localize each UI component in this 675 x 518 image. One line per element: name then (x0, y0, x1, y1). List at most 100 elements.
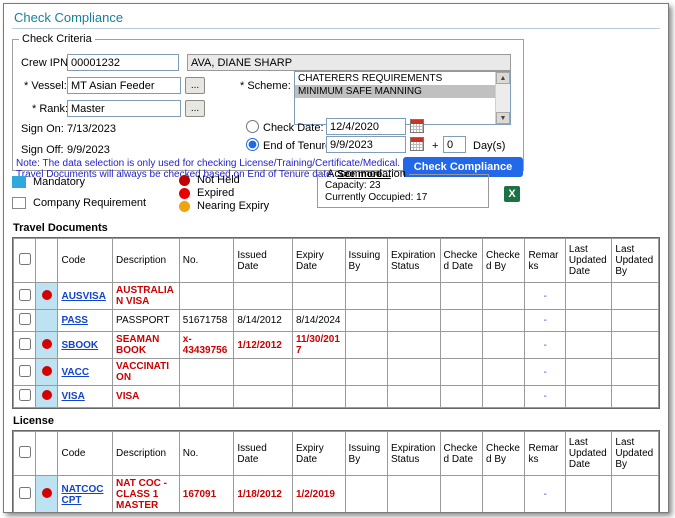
vessel-input[interactable] (67, 77, 181, 94)
expiry-date-cell: 11/30/2017 (292, 332, 345, 359)
code-link[interactable]: VISA (61, 391, 84, 402)
days-input[interactable] (443, 136, 466, 153)
table-row: VACC VACCINATION - (14, 359, 659, 386)
license-section-title: License (13, 415, 660, 427)
scroll-down-icon[interactable] (496, 112, 510, 124)
issued-date-cell (234, 386, 293, 408)
scheme-option-selected[interactable]: MINIMUM SAFE MANNING (295, 85, 495, 98)
crew-ipn-input[interactable] (67, 54, 179, 71)
code-link[interactable]: VACC (61, 367, 89, 378)
expiry-date-cell (292, 283, 345, 310)
table-row: VISA VISA - (14, 386, 659, 408)
table-row: SBOOK SEAMAN BOOK x-43439756 1/12/2012 1… (14, 332, 659, 359)
description-cell: VACCINATION (113, 359, 180, 386)
crew-name-field[interactable] (187, 54, 511, 71)
issued-date-cell (234, 359, 293, 386)
status-expired-icon (42, 488, 52, 498)
issued-date-cell: 8/14/2012 (234, 310, 293, 332)
travel-documents-table: Code Description No. Issued Date Expiry … (13, 238, 659, 408)
excel-export-icon[interactable]: X (504, 186, 520, 202)
expiration-status-cell (387, 332, 440, 359)
vessel-browse-button[interactable]: ... (185, 77, 205, 94)
code-cell: AUSVISA (58, 283, 113, 310)
scheme-scrollbar[interactable] (495, 72, 510, 124)
scheme-listbox[interactable]: CHATERERS REQUIREMENTS MINIMUM SAFE MANN… (294, 71, 511, 125)
issued-date-cell: 1/12/2012 (234, 332, 293, 359)
row-checkbox[interactable] (19, 389, 31, 401)
checked-date-cell (440, 283, 482, 310)
accommodation-occupied: Currently Occupied: 17 (325, 192, 488, 204)
checked-by-cell (483, 310, 525, 332)
header-issued-date: Issued Date (234, 239, 293, 283)
expiry-date-cell: 8/14/2024 (292, 310, 345, 332)
issuing-by-cell (345, 386, 387, 408)
header-no: No. (179, 432, 234, 476)
remarks-cell: - (525, 359, 565, 386)
header-last-updated-by: Last Updated By (612, 239, 659, 283)
sign-off-value: 9/9/2023 (67, 144, 110, 156)
check-date-radio[interactable] (246, 120, 259, 133)
header-expiration-status: Expiration Status (387, 239, 440, 283)
header-code: Code (58, 239, 113, 283)
checked-date-cell (440, 359, 482, 386)
status-not-held-icon (42, 390, 52, 400)
expired-label: Expired (197, 187, 234, 199)
code-cell: NATCOCCPT (58, 476, 113, 514)
crew-ipn-label: Crew IPN: (21, 57, 71, 69)
header-remarks: Remarks (525, 239, 565, 283)
no-cell (179, 386, 234, 408)
checked-date-cell (440, 310, 482, 332)
travel-documents-header-row: Code Description No. Issued Date Expiry … (14, 239, 659, 283)
checked-by-cell (483, 476, 525, 514)
select-all-cell (14, 432, 36, 476)
issued-date-cell: 1/18/2012 (234, 476, 293, 514)
no-cell: 167091 (179, 476, 234, 514)
row-checkbox[interactable] (19, 338, 31, 350)
description-cell: SEAMAN BOOK (113, 332, 180, 359)
check-date-input[interactable] (326, 118, 406, 135)
rank-browse-button[interactable]: ... (185, 100, 205, 117)
header-expiry-date: Expiry Date (292, 432, 345, 476)
calendar-icon[interactable] (410, 137, 424, 151)
remarks-cell: - (525, 283, 565, 310)
scheme-option[interactable]: CHATERERS REQUIREMENTS (295, 72, 495, 85)
vessel-label: * Vessel: (24, 80, 67, 92)
row-checkbox[interactable] (19, 487, 31, 499)
row-checkbox[interactable] (19, 289, 31, 301)
rank-input[interactable] (67, 100, 181, 117)
code-link[interactable]: SBOOK (61, 340, 98, 351)
select-all-checkbox[interactable] (19, 446, 31, 458)
header-issuing-by: Issuing By (345, 239, 387, 283)
checked-by-cell (483, 332, 525, 359)
checked-by-cell (483, 359, 525, 386)
last-updated-date-cell (565, 310, 612, 332)
status-not-held-icon (42, 366, 52, 376)
code-link[interactable]: NATCOCCPT (61, 484, 103, 506)
table-row: AUSVISA AUSTRALIAN VISA - (14, 283, 659, 310)
mandatory-square-icon (12, 176, 26, 188)
scroll-up-icon[interactable] (496, 72, 510, 84)
not-held-label: Not Held (197, 174, 240, 186)
expiration-status-cell (387, 359, 440, 386)
status-cell (36, 283, 58, 310)
row-checkbox[interactable] (19, 313, 31, 325)
days-label: Day(s) (473, 140, 505, 152)
code-link[interactable]: AUSVISA (61, 291, 105, 302)
expiry-date-cell: 1/2/2019 (292, 476, 345, 514)
row-select-cell (14, 359, 36, 386)
last-updated-by-cell (612, 332, 659, 359)
issuing-by-cell (345, 283, 387, 310)
no-cell: x-43439756 (179, 332, 234, 359)
last-updated-date-cell (565, 476, 612, 514)
issuing-by-cell (345, 476, 387, 514)
check-date-label: Check Date: (263, 122, 324, 134)
end-of-tenure-input[interactable] (326, 136, 406, 153)
code-link[interactable]: PASS (61, 315, 88, 326)
select-all-checkbox[interactable] (19, 253, 31, 265)
end-of-tenure-radio[interactable] (246, 138, 259, 151)
issued-date-cell (234, 283, 293, 310)
travel-documents-section-title: Travel Documents (13, 222, 660, 234)
description-cell: PASSPORT (113, 310, 180, 332)
calendar-icon[interactable] (410, 119, 424, 133)
row-checkbox[interactable] (19, 365, 31, 377)
